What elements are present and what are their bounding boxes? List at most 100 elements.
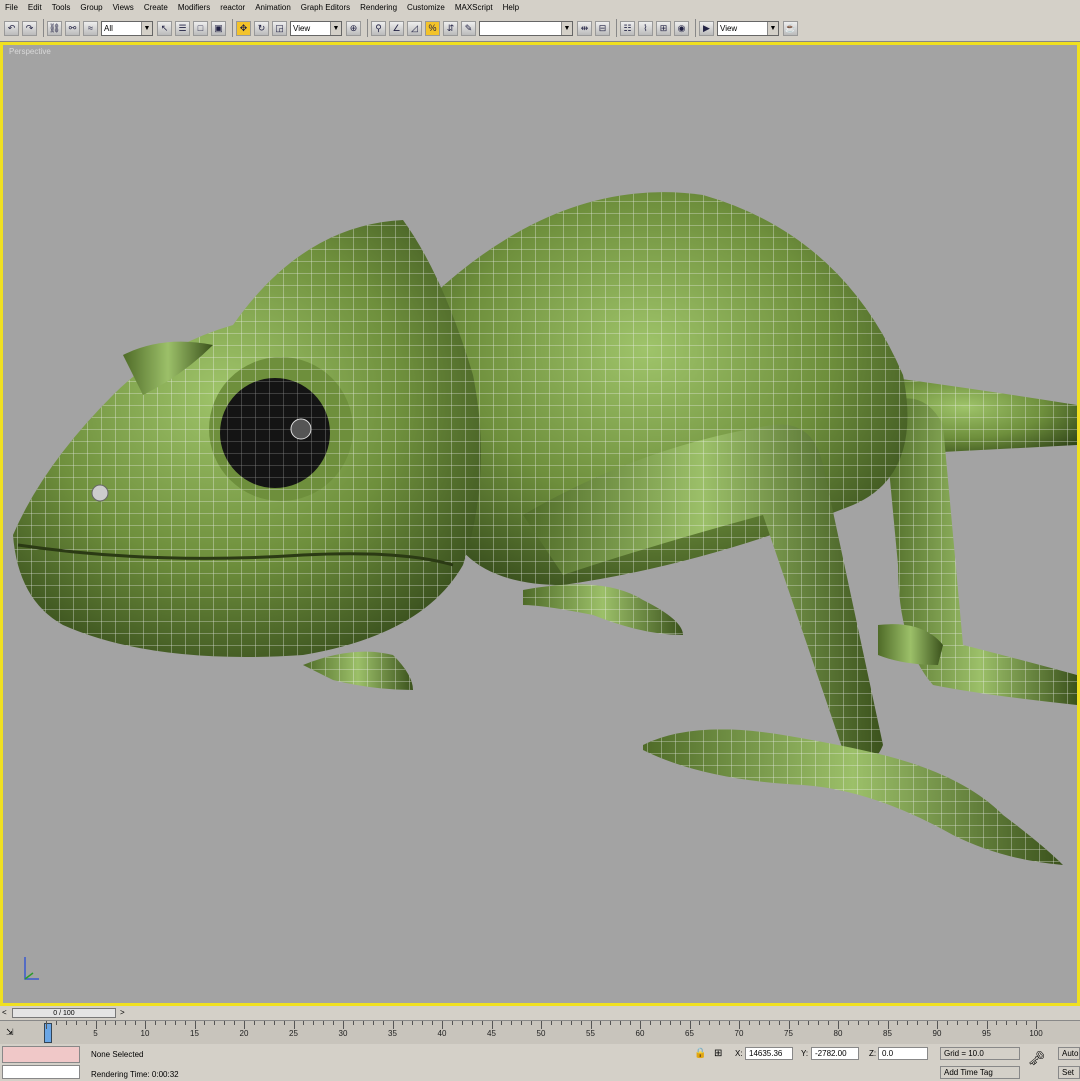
track-tick (1026, 1021, 1028, 1025)
select-link-icon[interactable]: ⛓ (47, 20, 62, 36)
material-editor-icon[interactable]: ◉ (674, 20, 689, 36)
undo-icon[interactable]: ↶ (4, 20, 19, 36)
chevron-right-icon[interactable]: > (120, 1008, 125, 1017)
maxscript-listener[interactable] (2, 1046, 80, 1063)
menu-item-tools[interactable]: Tools (47, 3, 76, 12)
lock-icon[interactable]: 🔒 (694, 1048, 706, 1059)
track-tick (877, 1021, 879, 1025)
bind-space-warp-icon[interactable]: ≈ (83, 20, 98, 36)
curve-editor-icon[interactable]: ⌇ (638, 20, 653, 36)
percent-snap-icon[interactable]: % (425, 20, 440, 36)
maxscript-input[interactable] (2, 1065, 80, 1079)
track-tick-label: 45 (487, 1029, 496, 1038)
track-tick (234, 1021, 236, 1025)
track-tick-label: 60 (635, 1029, 645, 1038)
track-tick-label: 35 (388, 1029, 397, 1038)
menu-item-create[interactable]: Create (139, 3, 173, 12)
track-tick (164, 1021, 166, 1025)
track-tick (224, 1021, 226, 1025)
chevron-left-icon[interactable]: < (2, 1008, 7, 1017)
menu-item-rendering[interactable]: Rendering (355, 3, 402, 12)
menu-item-views[interactable]: Views (108, 3, 139, 12)
track-tick (422, 1021, 424, 1025)
track-tick (333, 1021, 335, 1025)
menu-item-reactor[interactable]: reactor (215, 3, 250, 12)
track-tick (145, 1021, 146, 1029)
track-tick (669, 1021, 671, 1025)
pivot-center-icon[interactable]: ⊕ (346, 20, 361, 36)
y-coordinate-field[interactable]: -2782.00 (811, 1047, 859, 1060)
track-tick (590, 1021, 592, 1029)
menu-item-help[interactable]: Help (498, 3, 524, 12)
mirror-icon[interactable]: ⇹ (577, 20, 592, 36)
quick-render-icon[interactable]: ☕ (783, 20, 798, 36)
absolute-mode-icon[interactable]: ⊞ (714, 1048, 722, 1059)
align-icon[interactable]: ⊟ (595, 20, 610, 36)
track-tick (828, 1021, 830, 1025)
track-tick (491, 1021, 493, 1029)
rect-selection-icon[interactable]: □ (193, 20, 208, 36)
track-tick (46, 1021, 47, 1029)
track-tick (541, 1021, 542, 1029)
angle-snap-icon[interactable]: ◿ (407, 20, 422, 36)
track-tick (253, 1021, 255, 1025)
status-bar: None Selected Rendering Time: 0:00:32 🔒 … (0, 1044, 1080, 1081)
chevron-down-icon: ▼ (330, 21, 341, 35)
track-tick (412, 1021, 414, 1025)
menu-item-animation[interactable]: Animation (250, 3, 296, 12)
track-tick (867, 1021, 869, 1025)
edit-named-selection-icon[interactable]: ✎ (461, 20, 476, 36)
schematic-view-icon[interactable]: ⊞ (656, 20, 671, 36)
menu-item-file[interactable]: File (0, 3, 23, 12)
track-tick (729, 1021, 731, 1025)
track-tick-label: 65 (685, 1029, 694, 1038)
select-manipulate-icon[interactable]: ⚲ (371, 20, 386, 36)
key-icon[interactable]: 🗝 (1028, 1050, 1046, 1067)
set-key-button[interactable]: Set (1058, 1066, 1080, 1079)
menu-item-group[interactable]: Group (75, 3, 107, 12)
menu-item-modifiers[interactable]: Modifiers (173, 3, 215, 12)
redo-icon[interactable]: ↷ (22, 20, 37, 36)
render-type-dropdown[interactable]: View ▼ (717, 20, 779, 36)
time-slider[interactable]: 0 / 100 (12, 1008, 116, 1018)
snap-toggle-icon[interactable]: ∠ (389, 20, 404, 36)
named-selection-dropdown[interactable]: ▼ (479, 20, 573, 36)
track-tick-label: 25 (289, 1029, 298, 1038)
spinner-snap-icon[interactable]: ⇵ (443, 20, 458, 36)
track-tick (75, 1021, 77, 1025)
x-coordinate-field[interactable]: 14635.36 (745, 1047, 793, 1060)
reference-coord-dropdown[interactable]: View ▼ (290, 20, 342, 36)
track-tick-label: 20 (239, 1029, 249, 1038)
render-scene-icon[interactable]: ▶ (699, 20, 714, 36)
scale-icon[interactable]: ◲ (272, 20, 287, 36)
menu-item-edit[interactable]: Edit (23, 3, 47, 12)
track-tick (768, 1021, 770, 1025)
track-tick (649, 1021, 651, 1025)
chevron-down-icon: ▼ (141, 21, 152, 35)
track-tick (610, 1021, 612, 1025)
select-by-name-icon[interactable]: ☰ (175, 20, 190, 36)
selection-filter-dropdown[interactable]: All ▼ (101, 20, 153, 36)
track-tick (511, 1021, 513, 1025)
add-time-tag-button[interactable]: Add Time Tag (940, 1066, 1020, 1079)
menu-item-graph-editors[interactable]: Graph Editors (296, 3, 355, 12)
z-coordinate-field[interactable]: 0.0 (878, 1047, 928, 1060)
layer-manager-icon[interactable]: ☷ (620, 20, 635, 36)
menu-item-customize[interactable]: Customize (402, 3, 450, 12)
unlink-icon[interactable]: ⚯ (65, 20, 80, 36)
key-filter-icon[interactable]: ⇲ (6, 1027, 14, 1038)
track-tick (214, 1021, 216, 1025)
auto-key-button[interactable]: Auto (1058, 1047, 1080, 1060)
move-icon[interactable]: ✥ (236, 20, 251, 36)
track-tick (818, 1021, 820, 1025)
rotate-icon[interactable]: ↻ (254, 20, 269, 36)
window-crossing-icon[interactable]: ▣ (211, 20, 226, 36)
select-object-icon[interactable]: ↖ (157, 20, 172, 36)
track-bar[interactable]: ⇲ 5 10 15 20 25 30 35 40 45 50 55 60 65 70 75 80 85 90 95 1… (0, 1020, 1080, 1045)
track-tick (352, 1021, 354, 1025)
perspective-viewport[interactable]: Perspective (0, 42, 1080, 1006)
chevron-down-icon: ▼ (561, 21, 572, 35)
track-tick (986, 1021, 988, 1029)
menu-item-maxscript[interactable]: MAXScript (450, 3, 498, 12)
chameleon-model[interactable] (3, 45, 1077, 1003)
